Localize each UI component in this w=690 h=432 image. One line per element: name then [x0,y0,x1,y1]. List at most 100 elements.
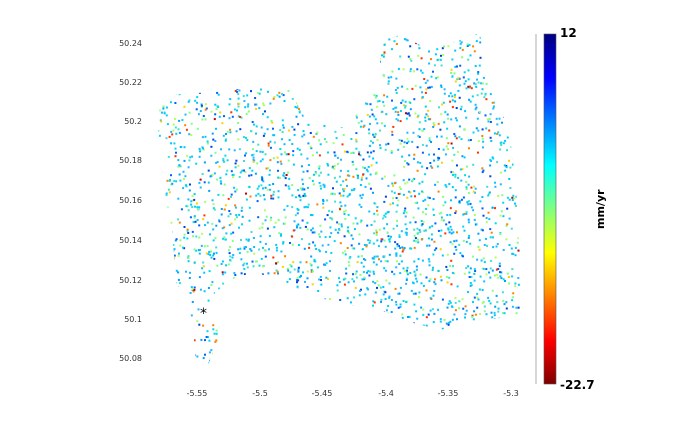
velocity-point [286,317,289,320]
velocity-point [366,82,369,85]
velocity-point [221,122,224,125]
velocity-point [319,53,322,56]
velocity-point [396,260,398,263]
velocity-point [293,64,296,67]
velocity-point [338,192,341,195]
velocity-point [397,111,400,114]
velocity-point [427,237,430,240]
velocity-point [343,150,346,153]
velocity-point [261,273,264,276]
velocity-point [159,39,162,42]
velocity-point [163,198,165,201]
velocity-point [430,75,433,78]
velocity-point [367,38,370,41]
velocity-point [489,302,492,305]
velocity-point [223,376,226,379]
velocity-point [254,343,257,346]
velocity-point [478,288,481,291]
velocity-point [201,173,204,175]
velocity-point [226,169,229,172]
velocity-point [270,303,273,306]
velocity-point [213,332,216,335]
velocity-point [187,49,190,51]
velocity-point [165,247,168,250]
velocity-point [252,160,255,163]
velocity-point [520,210,522,212]
velocity-point [325,90,328,92]
velocity-point [368,115,371,118]
velocity-point [449,213,452,216]
velocity-point [289,242,291,244]
velocity-point [275,262,278,265]
velocity-point [514,103,517,106]
velocity-point [208,56,211,59]
velocity-point [387,80,390,83]
velocity-point [263,198,266,201]
velocity-point [245,326,248,329]
velocity-point [255,125,258,128]
velocity-point [418,377,421,380]
velocity-point [190,203,193,206]
velocity-point [454,358,457,360]
velocity-point [427,313,430,316]
velocity-point [465,212,468,215]
velocity-point [414,377,417,380]
velocity-point [206,142,209,145]
velocity-point [167,90,170,93]
velocity-point [362,125,365,128]
velocity-point [497,367,500,370]
velocity-point [397,199,400,202]
velocity-point [359,289,361,292]
velocity-point [481,196,484,198]
velocity-point [479,275,482,278]
velocity-point [250,332,253,335]
velocity-point [489,276,492,279]
velocity-point [381,370,384,373]
velocity-point [352,175,355,178]
velocity-point [350,335,353,338]
velocity-point [498,265,501,268]
velocity-point [442,54,445,56]
velocity-point [362,158,365,161]
velocity-point [364,259,367,261]
velocity-point [190,40,193,42]
velocity-point [416,161,419,164]
velocity-point [320,187,322,190]
velocity-point [319,275,322,278]
velocity-point [304,33,307,36]
velocity-point [273,226,276,229]
velocity-point [517,85,520,88]
velocity-point [305,93,308,95]
velocity-point [336,221,339,224]
velocity-point [256,200,259,203]
velocity-point [437,122,440,125]
velocity-point [388,253,391,256]
velocity-point [331,106,334,109]
velocity-point [236,69,239,72]
velocity-point [189,349,192,352]
velocity-point [365,177,368,180]
velocity-point [361,278,364,281]
velocity-point [257,185,260,188]
velocity-point [430,371,433,374]
velocity-point [522,305,524,307]
velocity-point [340,39,343,42]
velocity-point [505,344,508,347]
velocity-point [208,251,211,253]
velocity-point [413,190,416,193]
velocity-point [485,380,488,382]
velocity-point [314,260,317,263]
velocity-point [311,231,314,234]
velocity-point [468,276,471,278]
velocity-point [247,105,249,108]
velocity-point [422,308,425,311]
velocity-point [183,226,186,228]
velocity-point [455,210,458,213]
velocity-point [356,261,359,264]
velocity-point [240,380,243,382]
velocity-point [484,325,487,327]
velocity-point [166,82,169,85]
velocity-point [364,185,367,188]
velocity-point [209,369,212,372]
velocity-point [356,177,359,180]
